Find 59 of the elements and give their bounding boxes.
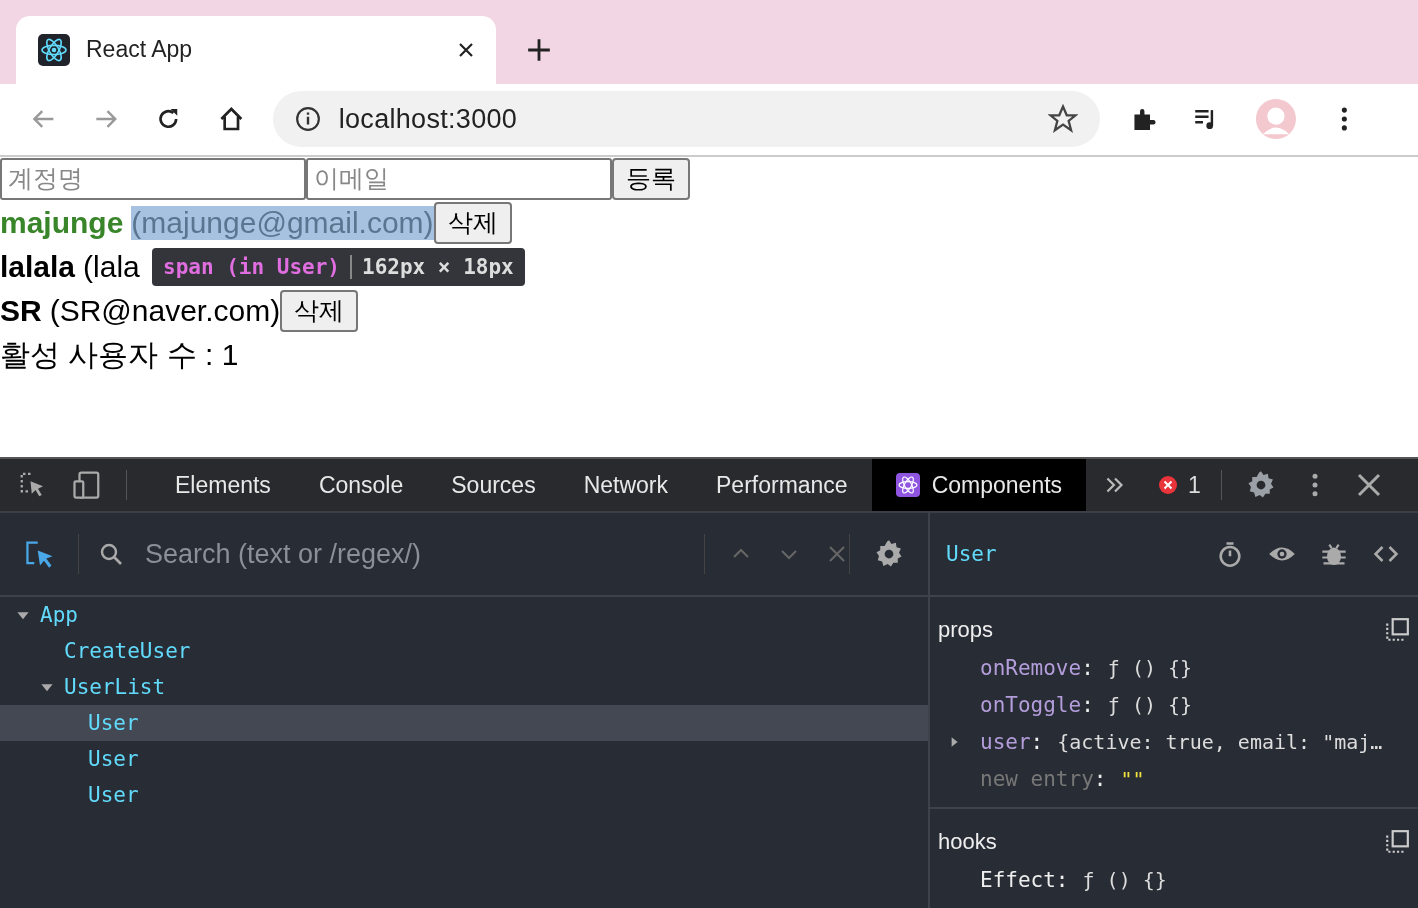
- devtools-tab[interactable]: Components: [871, 459, 1087, 511]
- tree-item[interactable]: User: [0, 705, 928, 741]
- devtools-tab[interactable]: Sources: [427, 459, 560, 511]
- react-logo-icon: [38, 33, 70, 66]
- stopwatch-icon[interactable]: [1216, 540, 1244, 568]
- hook-value: ƒ () {}: [1082, 867, 1167, 892]
- delete-button[interactable]: 삭제: [280, 289, 359, 332]
- device-icon[interactable]: [72, 470, 102, 500]
- section-title: hooks: [938, 829, 998, 855]
- info-icon[interactable]: [294, 106, 321, 133]
- settings-icon[interactable]: [874, 539, 904, 569]
- delete-button[interactable]: 삭제: [433, 201, 512, 244]
- tree-item[interactable]: User: [0, 777, 928, 813]
- section-title: props: [938, 617, 995, 643]
- prop-value[interactable]: ƒ () {}: [1107, 655, 1193, 680]
- prop-value[interactable]: "": [1120, 766, 1145, 791]
- error-icon: [1158, 475, 1179, 495]
- colon: :: [1081, 692, 1094, 717]
- user-name[interactable]: majunge: [0, 205, 124, 240]
- user-email: (SR@naver.com): [49, 293, 281, 328]
- react-logo-icon: [895, 473, 920, 497]
- user-name[interactable]: lalala: [0, 249, 76, 284]
- user-email: (majunge@gmail.com): [131, 205, 434, 240]
- colon: :: [1093, 766, 1107, 791]
- prop-key[interactable]: onRemove: [980, 655, 1082, 680]
- tree-item[interactable]: App: [0, 597, 928, 633]
- plus-icon[interactable]: [526, 36, 552, 63]
- error-count[interactable]: 1: [1188, 471, 1201, 499]
- user-name[interactable]: SR: [0, 293, 42, 328]
- user-email: (lala: [83, 249, 140, 284]
- prop-key[interactable]: user: [980, 729, 1031, 754]
- close-icon[interactable]: [458, 41, 474, 58]
- star-icon[interactable]: [1048, 104, 1079, 135]
- devtools-tab[interactable]: Network: [559, 459, 692, 511]
- copy-icon[interactable]: [1384, 617, 1410, 643]
- tooltip-size: 162px × 18px: [361, 254, 514, 279]
- devtools-tab[interactable]: Elements: [151, 459, 295, 511]
- email-input[interactable]: 이메일: [306, 157, 612, 200]
- prop-value[interactable]: {active: true, email: "maj…: [1057, 729, 1383, 754]
- tooltip-element: span (in User): [163, 254, 352, 279]
- name-input[interactable]: 계정명: [0, 157, 306, 200]
- tree-item[interactable]: UserList: [0, 669, 928, 705]
- tree-item[interactable]: CreateUser: [0, 633, 928, 669]
- tree-item[interactable]: User: [0, 741, 928, 777]
- devtools-tab[interactable]: Performance: [692, 459, 872, 511]
- colon: :: [1081, 655, 1094, 680]
- colon: :: [1030, 729, 1044, 754]
- hook-key: Effect: [980, 867, 1056, 892]
- active-count: 활성 사용자 수 : 1: [0, 336, 240, 373]
- prop-key[interactable]: onToggle: [980, 692, 1082, 717]
- search-icon: [99, 542, 123, 566]
- search-field[interactable]: Search (text or /regex/): [79, 537, 704, 571]
- submit-button[interactable]: 등록: [612, 157, 690, 200]
- component-name: User: [946, 542, 998, 566]
- colon: :: [1055, 867, 1069, 892]
- copy-icon[interactable]: [1384, 829, 1410, 855]
- prop-value[interactable]: ƒ () {}: [1107, 692, 1193, 717]
- address-bar[interactable]: localhost:3000: [272, 91, 1101, 148]
- devtools-tab[interactable]: Console: [294, 459, 428, 511]
